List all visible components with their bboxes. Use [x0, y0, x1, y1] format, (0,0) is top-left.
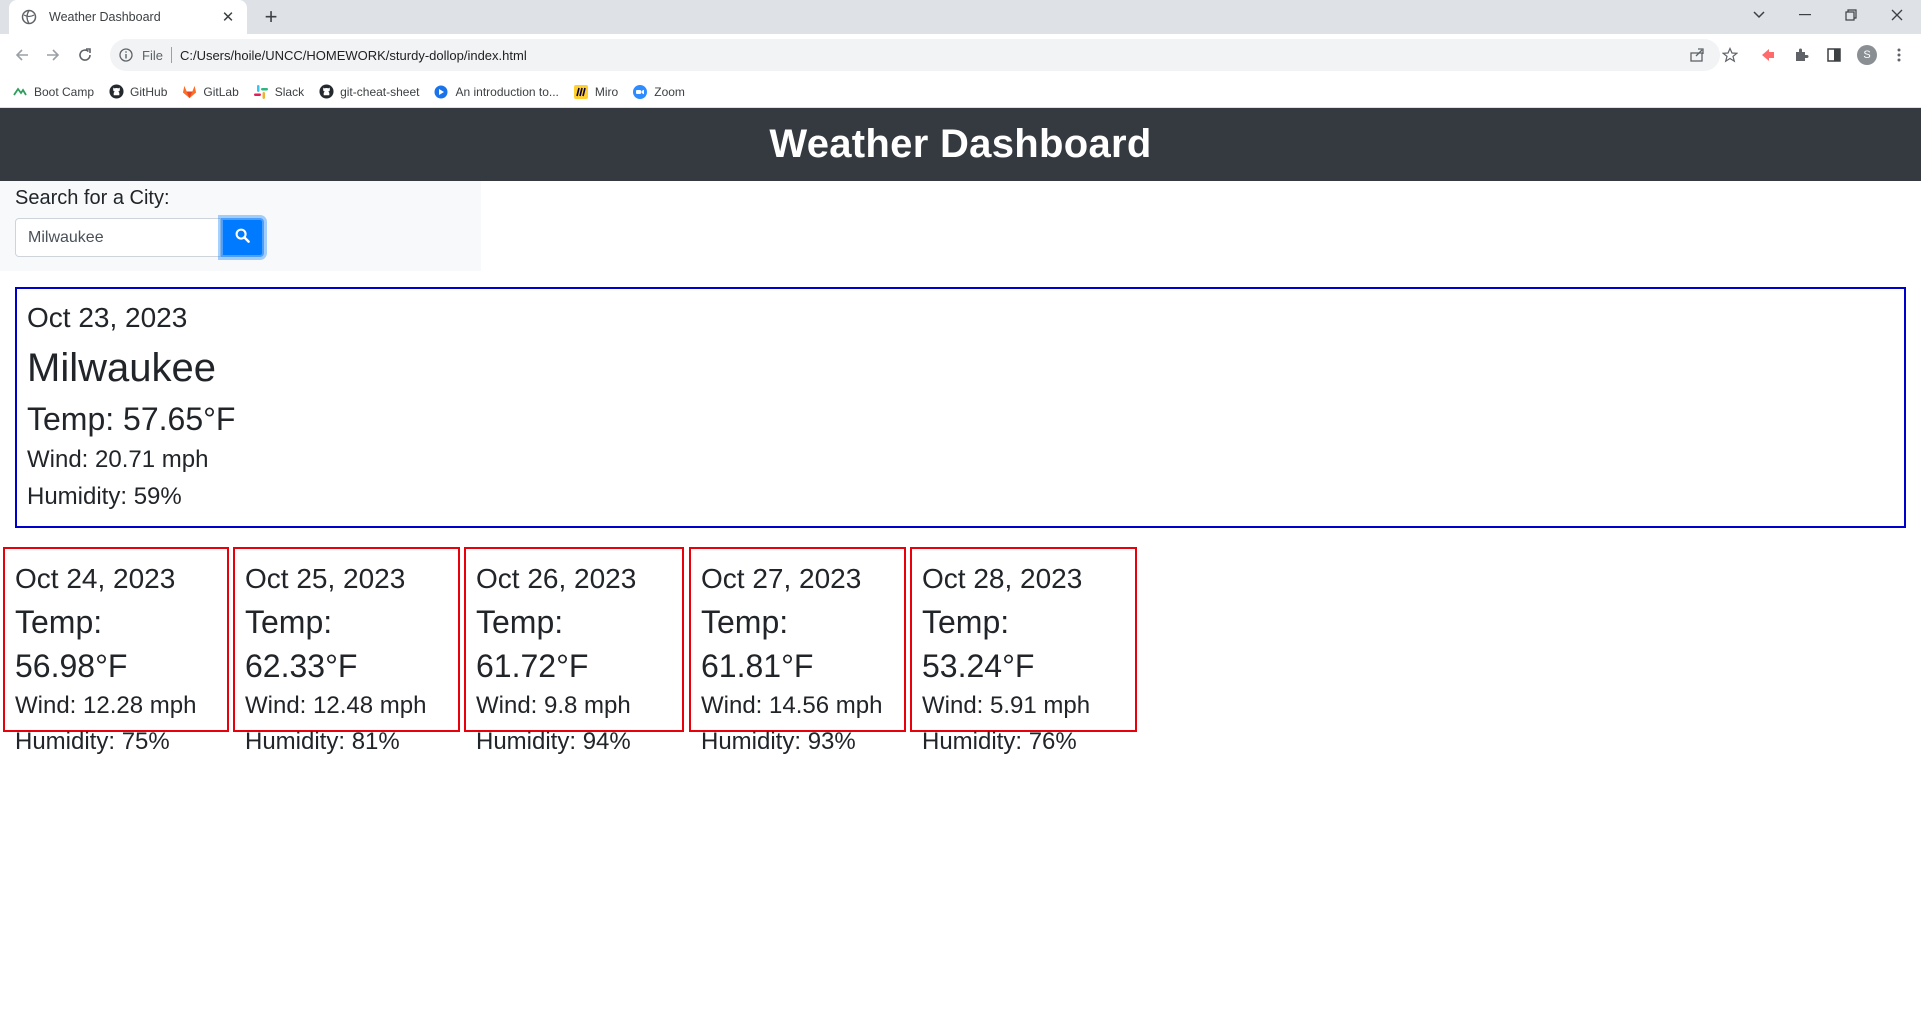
current-temp: Temp: 57.65°F	[27, 401, 236, 437]
forecast-wind: Wind: 5.91 mph	[922, 692, 1091, 719]
page-content: Weather Dashboard Search for a City: Oct…	[0, 108, 1921, 1033]
globe-icon	[21, 9, 37, 25]
bookmark-slack[interactable]: Slack	[253, 84, 304, 100]
forecast-wind: Wind: 12.28 mph	[15, 692, 197, 719]
forecast-temp: Temp: 56.98°F	[15, 604, 128, 684]
forecast-date: Oct 25, 2023	[245, 563, 406, 594]
forecast-card: Oct 28, 2023 Temp: 53.24°F Wind: 5.91 mp…	[910, 547, 1137, 755]
url-text[interactable]: C:/Users/hoile/UNCC/HOMEWORK/sturdy-doll…	[180, 48, 527, 63]
miro-icon	[573, 84, 589, 100]
url-scheme: File	[142, 47, 163, 63]
tab-search-icon[interactable]	[1736, 0, 1782, 30]
tab-title: Weather Dashboard	[49, 10, 161, 24]
bookmark-label: Miro	[594, 84, 619, 99]
bookmark-label: GitHub	[130, 84, 168, 99]
forecast-card: Oct 26, 2023 Temp: 61.72°F Wind: 9.8 mph…	[464, 547, 684, 755]
forecast-date: Oct 24, 2023	[15, 563, 176, 594]
forecast-date: Oct 28, 2023	[922, 563, 1083, 594]
menu-dots-icon[interactable]	[1888, 44, 1910, 66]
play-icon	[433, 84, 449, 100]
zoom-icon	[632, 84, 648, 100]
bookmark-label: Zoom	[654, 84, 685, 99]
reload-icon[interactable]	[70, 40, 100, 70]
forecast-humidity: Humidity: 76%	[922, 728, 1077, 755]
search-panel: Search for a City:	[0, 181, 481, 271]
restore-window-icon[interactable]	[1828, 0, 1874, 30]
forecast-date: Oct 27, 2023	[701, 563, 862, 594]
bookmark-label: GitLab	[203, 84, 239, 99]
current-wind: Wind: 20.71 mph	[27, 446, 209, 473]
search-button[interactable]	[221, 218, 264, 257]
bookmark-label: An introduction to...	[455, 84, 559, 99]
bookmark-zoom[interactable]: Zoom	[632, 84, 685, 100]
forecast-humidity: Humidity: 75%	[15, 728, 170, 755]
slack-icon	[253, 84, 269, 100]
current-weather-card: Oct 23, 2023 Milwaukee Temp: 57.65°F Win…	[15, 287, 1906, 528]
extension-arrow-icon[interactable]	[1757, 44, 1779, 66]
city-search-input[interactable]	[15, 218, 221, 257]
forecast-card: Oct 27, 2023 Temp: 61.81°F Wind: 14.56 m…	[689, 547, 906, 755]
bookmark-an-introduction[interactable]: An introduction to...	[433, 84, 559, 100]
github-icon	[108, 84, 124, 100]
bookmark-boot-camp[interactable]: Boot Camp	[12, 84, 94, 100]
star-icon[interactable]	[1719, 44, 1741, 66]
search-label: Search for a City:	[15, 187, 170, 209]
puzzle-icon[interactable]	[1790, 44, 1812, 66]
new-tab-button[interactable]: +	[258, 4, 284, 30]
bookmark-git-cheat-sheet[interactable]: git-cheat-sheet	[318, 84, 419, 100]
bookmark-label: Slack	[274, 84, 305, 99]
browser-tab[interactable]: Weather Dashboard ✕	[9, 0, 247, 34]
bookmark-miro[interactable]: Miro	[573, 84, 618, 100]
share-icon[interactable]	[1686, 44, 1708, 66]
divider	[170, 47, 172, 63]
forecast-humidity: Humidity: 94%	[476, 728, 631, 755]
github-icon	[318, 84, 334, 100]
forecast-card: Oct 24, 2023 Temp: 56.98°F Wind: 12.28 m…	[3, 547, 229, 755]
close-window-icon[interactable]	[1874, 0, 1920, 30]
minimize-window-icon[interactable]	[1782, 0, 1828, 30]
search-icon	[235, 228, 250, 248]
forecast-card: Oct 25, 2023 Temp: 62.33°F Wind: 12.48 m…	[233, 547, 460, 755]
side-panel-icon[interactable]	[1823, 44, 1845, 66]
bootcamp-icon	[12, 84, 28, 100]
browser-toolbar: File C:/Users/hoile/UNCC/HOMEWORK/sturdy…	[0, 34, 1921, 76]
forecast-wind: Wind: 12.48 mph	[245, 692, 427, 719]
page-title: Weather Dashboard	[769, 122, 1152, 166]
forecast-humidity: Humidity: 81%	[245, 728, 400, 755]
search-row	[15, 218, 466, 257]
current-humidity: Humidity: 59%	[27, 483, 182, 510]
bookmark-github[interactable]: GitHub	[108, 84, 167, 100]
forecast-temp: Temp: 62.33°F	[245, 604, 358, 684]
gitlab-icon	[181, 84, 197, 100]
forecast-wind: Wind: 9.8 mph	[476, 692, 631, 719]
back-arrow-icon[interactable]	[7, 40, 37, 70]
profile-avatar[interactable]: S	[1856, 44, 1878, 66]
close-tab-icon[interactable]: ✕	[219, 8, 237, 26]
forward-arrow-icon[interactable]	[38, 40, 68, 70]
forecast-temp: Temp: 61.72°F	[476, 604, 589, 684]
forecast-date: Oct 26, 2023	[476, 563, 637, 594]
bookmark-label: git-cheat-sheet	[340, 84, 420, 99]
info-icon[interactable]	[118, 47, 134, 63]
current-city: Milwaukee	[27, 346, 216, 390]
forecast-temp: Temp: 53.24°F	[922, 604, 1035, 684]
bookmark-label: Boot Camp	[34, 84, 95, 99]
forecast-wind: Wind: 14.56 mph	[701, 692, 883, 719]
tab-strip: Weather Dashboard ✕ +	[0, 0, 1921, 34]
page-header: Weather Dashboard	[0, 108, 1921, 181]
bookmark-gitlab[interactable]: GitLab	[181, 84, 239, 100]
forecast-temp: Temp: 61.81°F	[701, 604, 814, 684]
bookmarks-bar: Boot Camp GitHub GitLab Slack git-cheat-…	[0, 76, 1921, 108]
profile-initial: S	[1863, 49, 1871, 61]
address-bar[interactable]: File C:/Users/hoile/UNCC/HOMEWORK/sturdy…	[110, 39, 1720, 71]
current-date: Oct 23, 2023	[27, 302, 188, 333]
forecast-humidity: Humidity: 93%	[701, 728, 856, 755]
